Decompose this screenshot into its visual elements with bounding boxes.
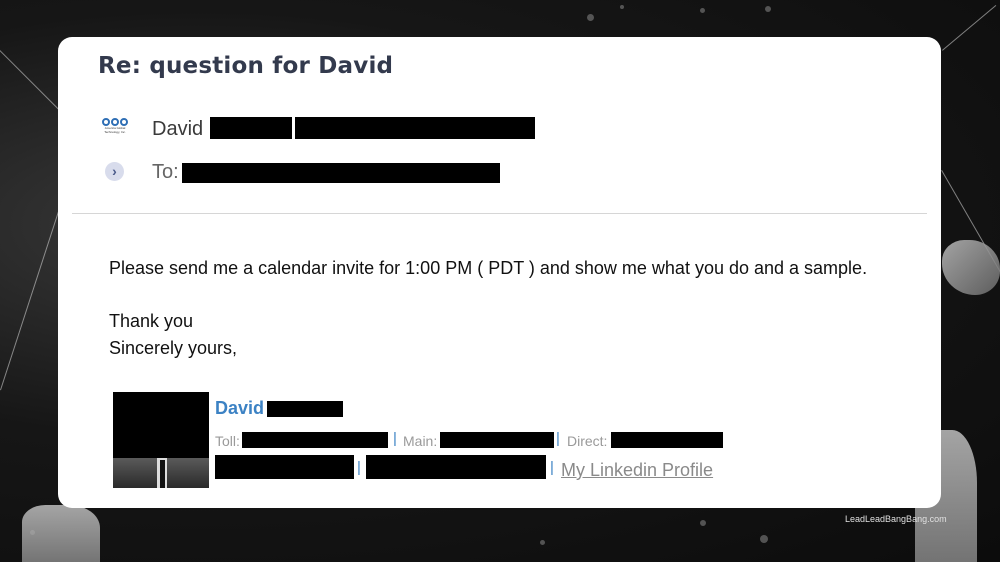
direct-label: Direct: xyxy=(567,433,608,449)
redacted-sender-lastname xyxy=(210,117,292,139)
logo-circles xyxy=(100,118,130,126)
main-label: Main: xyxy=(403,433,438,449)
to-label: To: xyxy=(152,161,179,183)
redacted-direct-number xyxy=(611,432,723,448)
redacted-toll-number xyxy=(242,432,388,448)
photo-tie xyxy=(160,460,165,488)
company-logo-icon: America Global Technology, Inc. xyxy=(100,118,130,140)
redacted-sender-email xyxy=(295,117,535,139)
logo-text: America Global Technology, Inc. xyxy=(104,126,126,134)
body-line-2: Thank you xyxy=(109,311,194,331)
bg-speck xyxy=(765,6,771,12)
bg-horse-statue xyxy=(22,505,100,562)
bg-speck xyxy=(700,520,706,526)
chevron-right-icon[interactable]: › xyxy=(105,162,124,181)
bg-speck xyxy=(620,5,624,9)
redacted-signature-lastname xyxy=(267,401,343,417)
bg-speck xyxy=(587,14,594,21)
watermark: LeadLeadBangBang.com xyxy=(845,514,947,524)
redacted-recipient xyxy=(182,163,500,183)
linkedin-profile-link[interactable]: My Linkedin Profile xyxy=(561,460,713,481)
separator: | xyxy=(393,430,397,447)
sender-name: David xyxy=(152,118,204,140)
bg-line xyxy=(942,5,997,51)
separator: | xyxy=(550,459,554,476)
separator: | xyxy=(556,430,560,447)
bg-line xyxy=(0,50,64,115)
redacted-signature-field-1 xyxy=(215,455,354,479)
redacted-signature-field-2 xyxy=(366,455,546,479)
body-line-3: Sincerely yours, xyxy=(109,338,238,358)
bg-speck xyxy=(700,8,705,13)
body-line-1: Please send me a calendar invite for 1:0… xyxy=(109,258,868,278)
header-divider xyxy=(72,213,927,214)
redacted-main-number xyxy=(440,432,554,448)
bg-speck xyxy=(760,535,768,543)
bg-speck xyxy=(540,540,545,545)
separator: | xyxy=(357,459,361,476)
bg-rock xyxy=(942,240,1000,295)
bg-line xyxy=(0,199,63,391)
signature-photo xyxy=(113,392,209,488)
email-card: Re: question for David America Global Te… xyxy=(58,37,941,508)
toll-label: Toll: xyxy=(215,433,240,449)
email-subject: Re: question for David xyxy=(98,53,394,79)
signature-name: David xyxy=(215,398,265,418)
